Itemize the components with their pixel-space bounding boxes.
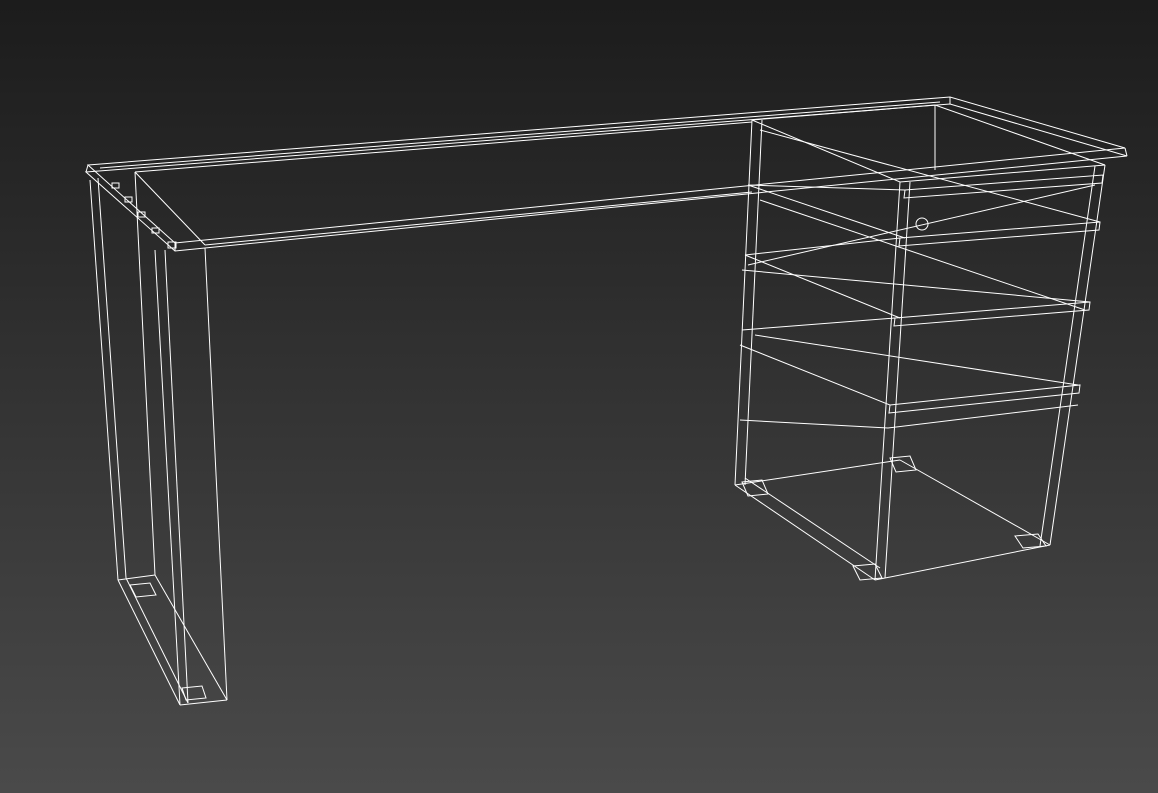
left-leg-panel (89, 171, 228, 706)
desk-top (84, 96, 1128, 252)
3d-viewport[interactable] (0, 0, 1158, 793)
wireframe-desk-model[interactable] (0, 0, 1158, 793)
drawer-sides (739, 129, 1101, 429)
cabinet-feet (741, 455, 1047, 581)
drawer-fronts (887, 174, 1104, 429)
